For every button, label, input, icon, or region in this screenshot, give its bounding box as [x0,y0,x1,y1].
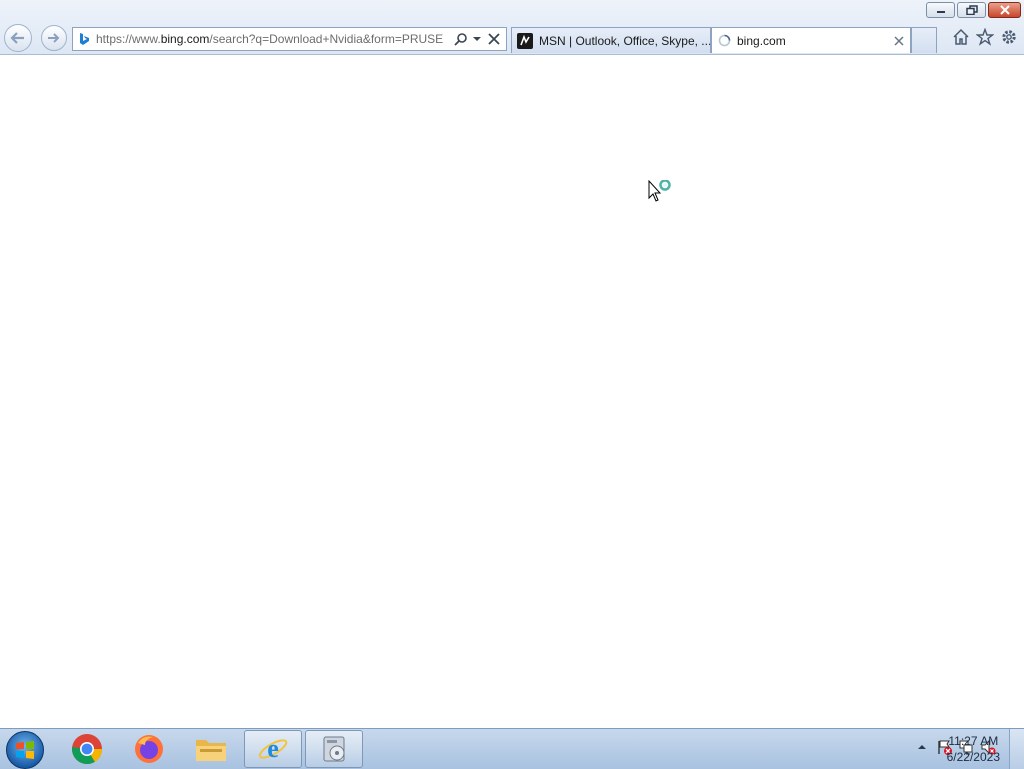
home-icon[interactable] [952,28,970,46]
taskbar-app-firefox[interactable] [120,730,178,768]
loading-spinner-icon [718,34,731,47]
gear-icon[interactable] [1000,28,1018,46]
svg-text:e: e [267,734,279,763]
url-path: /search?q=Download+Nvidia&form=PRUSE [209,32,444,46]
search-icon[interactable] [454,32,468,46]
tab-bing[interactable]: bing.com [711,27,911,53]
chrome-icon [72,734,103,765]
address-bar[interactable]: https://www.bing.com/search?q=Download+N… [72,27,507,51]
minimize-button[interactable] [926,2,955,18]
favorites-star-icon[interactable] [976,28,994,46]
tab-msn[interactable]: MSN | Outlook, Office, Skype, ... [511,27,711,53]
taskbar-app-explorer[interactable] [182,730,240,768]
close-tab-icon[interactable] [894,35,904,46]
ie-icon: e [258,734,288,763]
taskbar-app-media-player[interactable] [305,730,363,768]
tab-label: MSN | Outlook, Office, Skype, ... [539,33,710,48]
tab-label: bing.com [737,33,786,48]
url-prefix: https://www. [96,32,161,46]
start-button[interactable] [6,731,44,769]
page-content-area[interactable] [0,55,1024,728]
bing-favicon-icon [78,32,90,46]
browser-chrome: https://www.bing.com/search?q=Download+N… [0,0,1024,55]
minimize-icon [936,11,945,13]
restore-button[interactable] [957,2,986,18]
close-icon [999,5,1010,15]
stop-loading-icon[interactable] [488,33,500,45]
taskbar-app-chrome[interactable] [58,730,116,768]
taskbar: e 11:27 AM 6/22/2023 [0,728,1024,769]
media-player-icon [323,736,345,762]
taskbar-app-internet-explorer[interactable]: e [244,730,302,768]
forward-arrow-icon [48,33,60,43]
show-desktop-button[interactable] [1009,729,1024,769]
restore-icon [965,5,978,15]
clock-time: 11:27 AM [948,734,999,748]
busy-cursor-icon [648,179,678,211]
close-window-button[interactable] [988,2,1021,18]
window-controls [926,2,1021,18]
new-tab-button[interactable] [911,27,937,53]
back-button[interactable] [4,24,32,52]
windows-logo-icon [16,741,34,759]
msn-favicon-icon [517,32,533,49]
forward-button[interactable] [41,25,67,51]
taskbar-clock[interactable]: 11:27 AM 6/22/2023 [947,733,1000,765]
show-hidden-icons-chevron-icon[interactable] [914,739,930,755]
clock-date: 6/22/2023 [946,750,1000,764]
address-url[interactable]: https://www.bing.com/search?q=Download+N… [96,32,448,46]
firefox-icon [135,735,163,763]
back-arrow-icon [10,32,24,44]
dropdown-chevron-icon[interactable] [472,34,482,44]
toolbar-icons [952,28,1018,46]
folder-icon [196,740,226,761]
url-domain: bing.com [160,32,210,46]
